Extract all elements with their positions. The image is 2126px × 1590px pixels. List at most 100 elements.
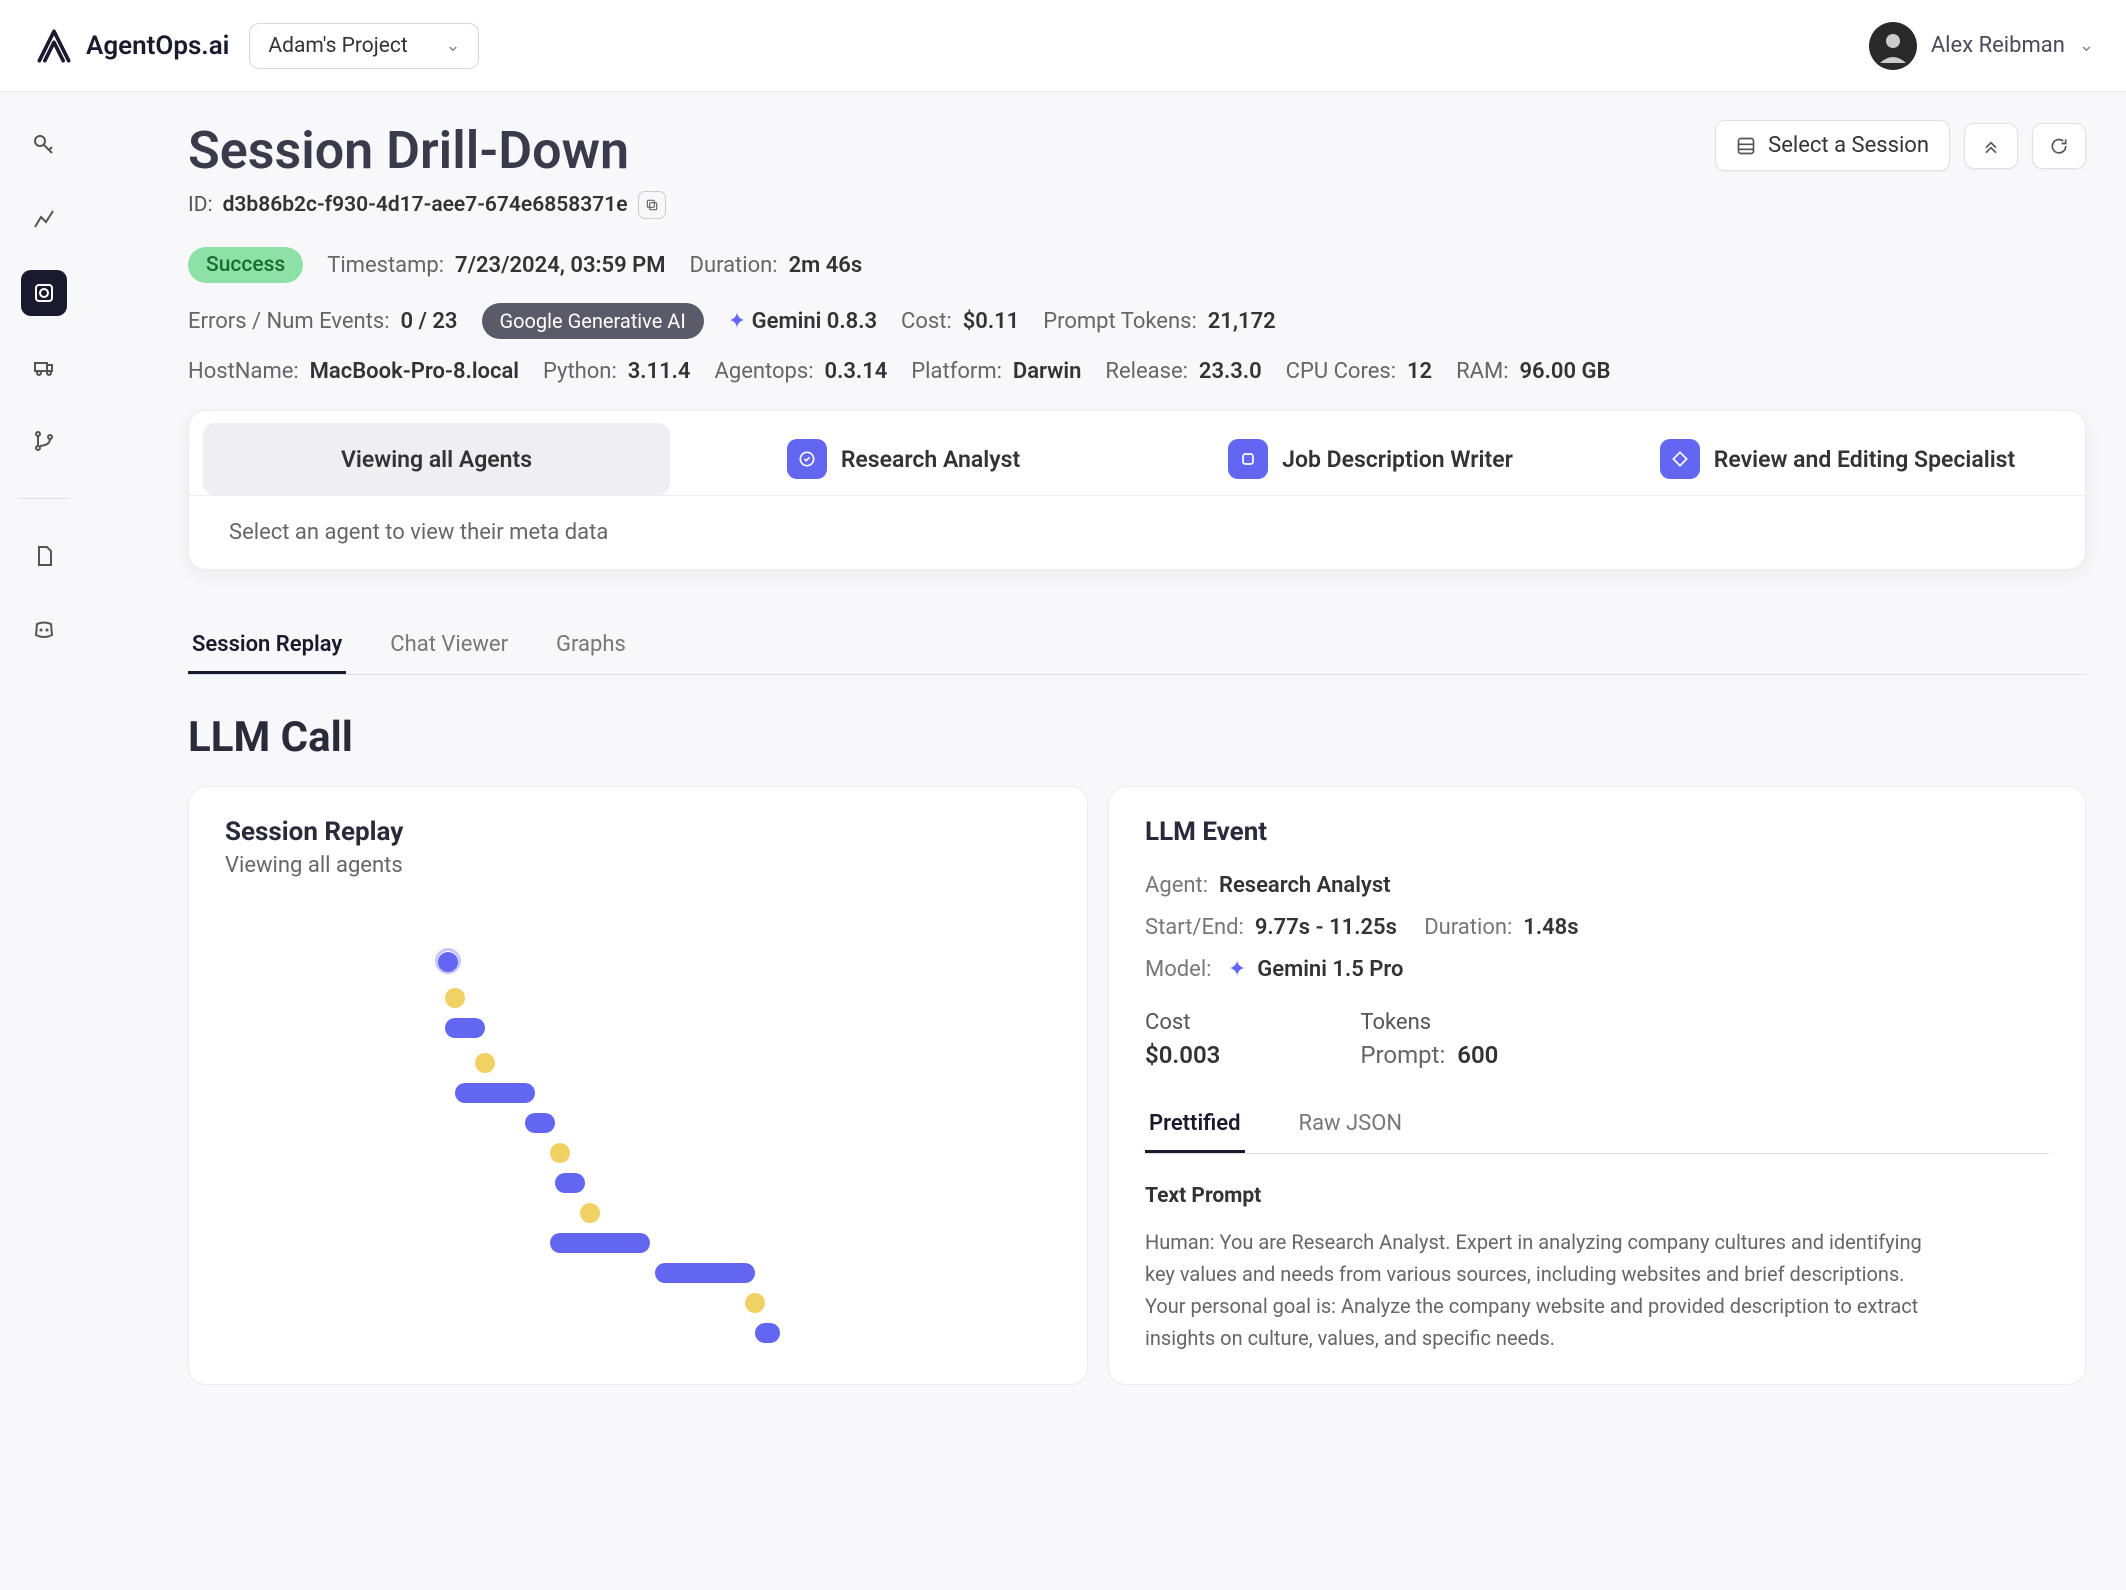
project-dropdown[interactable]: Adam's Project ⌄: [249, 23, 479, 69]
select-session-label: Select a Session: [1768, 133, 1929, 158]
llm-event-panel: LLM Event Agent: Research Analyst Start/…: [1108, 786, 2086, 1385]
timestamp-label: Timestamp:: [327, 253, 444, 278]
session-replay-panel: Session Replay Viewing all agents: [188, 786, 1088, 1385]
select-session-button[interactable]: Select a Session: [1715, 120, 1950, 171]
agent-tab-all-label: Viewing all Agents: [341, 446, 532, 473]
user-name: Alex Reibman: [1931, 33, 2065, 58]
event-cost-value: $0.003: [1145, 1041, 1220, 1069]
errors-label: Errors / Num Events:: [188, 309, 390, 334]
copy-id-button[interactable]: [638, 191, 666, 219]
sparkle-icon: ✦: [1228, 957, 1246, 982]
hostname-label: HostName:: [188, 359, 299, 384]
agent-icon: [787, 439, 827, 479]
agent-tab-all[interactable]: Viewing all Agents: [203, 423, 670, 495]
session-id: d3b86b2c-f930-4d17-aee7-674e6858371e: [223, 193, 628, 217]
prompt-tokens-label: Prompt Tokens:: [1043, 309, 1197, 334]
collapse-button[interactable]: [1964, 123, 2018, 169]
release-value: 23.3.0: [1199, 359, 1262, 384]
ram-label: RAM:: [1456, 359, 1508, 384]
brand-text: AgentOps.ai: [86, 31, 229, 61]
file-icon: [32, 544, 56, 568]
event-startend-value: 9.77s - 11.25s: [1255, 915, 1397, 940]
status-badge: Success: [188, 247, 303, 283]
truck-icon: [32, 355, 56, 379]
sparkle-icon: ✦: [728, 309, 746, 334]
sidebar-item-keys[interactable]: [21, 122, 67, 168]
agent-tab-label: Research Analyst: [841, 446, 1020, 473]
agentops-label: Agentops:: [715, 359, 814, 384]
event-model-label: Model:: [1145, 957, 1212, 982]
user-menu[interactable]: Alex Reibman ⌄: [1869, 22, 2094, 70]
release-label: Release:: [1105, 359, 1188, 384]
cpu-value: 12: [1407, 359, 1432, 384]
text-prompt-body: Human: You are Research Analyst. Expert …: [1145, 1226, 1945, 1354]
ram-value: 96.00 GB: [1519, 359, 1610, 384]
model-value: Gemini 0.8.3: [752, 309, 877, 334]
id-label: ID:: [188, 193, 213, 217]
platform-label: Platform:: [911, 359, 1002, 384]
sidebar-item-docs[interactable]: [21, 533, 67, 579]
key-icon: [32, 133, 56, 157]
sidebar-divider: [19, 498, 69, 499]
gantt-dot[interactable]: [445, 988, 465, 1008]
replay-title: Session Replay: [225, 817, 1051, 847]
cost-value: $0.11: [963, 309, 1020, 334]
chevron-down-icon: ⌄: [2079, 35, 2094, 56]
prompt-tokens-value: 21,172: [1208, 309, 1276, 334]
sidebar-item-sessions[interactable]: [21, 270, 67, 316]
gantt-bar[interactable]: [438, 952, 458, 972]
duration-value: 2m 46s: [789, 253, 863, 278]
discord-icon: [32, 618, 56, 642]
gantt-dot[interactable]: [745, 1293, 765, 1313]
agent-card-hint: Select an agent to view their meta data: [189, 495, 2085, 569]
event-prompt-tokens: 600: [1457, 1041, 1498, 1069]
refresh-button[interactable]: [2032, 123, 2086, 169]
gantt-bar[interactable]: [655, 1263, 755, 1283]
gantt-bar[interactable]: [455, 1083, 535, 1103]
agentops-value: 0.3.14: [825, 359, 888, 384]
agent-icon: [1660, 439, 1700, 479]
errors-value: 0 / 23: [400, 309, 457, 334]
agent-tab-review[interactable]: Review and Editing Specialist: [1604, 423, 2071, 495]
gantt-chart[interactable]: [225, 908, 1051, 1328]
gantt-dot[interactable]: [475, 1053, 495, 1073]
copy-icon: [645, 198, 659, 212]
sidebar-item-branches[interactable]: [21, 418, 67, 464]
event-model-value: Gemini 1.5 Pro: [1257, 957, 1403, 982]
event-tab-raw-json[interactable]: Raw JSON: [1295, 1103, 1407, 1153]
hostname-value: MacBook-Pro-8.local: [310, 359, 519, 384]
duration-label: Duration:: [690, 253, 778, 278]
brand-logo[interactable]: AgentOps.ai: [32, 24, 229, 68]
gantt-bar[interactable]: [525, 1113, 555, 1133]
agent-tab-research[interactable]: Research Analyst: [670, 423, 1137, 495]
agent-tab-writer[interactable]: Job Description Writer: [1137, 423, 1604, 495]
tab-chat-viewer[interactable]: Chat Viewer: [386, 622, 512, 674]
logo-icon: [32, 24, 76, 68]
section-title: LLM Call: [188, 713, 2086, 762]
event-tab-prettified[interactable]: Prettified: [1145, 1103, 1245, 1153]
git-branch-icon: [32, 429, 56, 453]
refresh-icon: [2049, 136, 2069, 156]
provider-badge: Google Generative AI: [482, 303, 704, 339]
sidebar-item-analytics[interactable]: [21, 196, 67, 242]
tab-session-replay[interactable]: Session Replay: [188, 622, 346, 674]
event-title: LLM Event: [1145, 817, 2049, 847]
avatar: [1869, 22, 1917, 70]
gantt-dot[interactable]: [550, 1143, 570, 1163]
agent-selector-card: Viewing all Agents Research Analyst Job …: [188, 410, 2086, 570]
gantt-bar[interactable]: [445, 1018, 485, 1038]
platform-value: Darwin: [1013, 359, 1082, 384]
tab-graphs[interactable]: Graphs: [552, 622, 630, 674]
page-title: Session Drill-Down: [188, 120, 666, 181]
gantt-bar[interactable]: [755, 1323, 780, 1343]
sidebar-item-discord[interactable]: [21, 607, 67, 653]
timestamp-value: 7/23/2024, 03:59 PM: [455, 253, 665, 278]
gantt-bar[interactable]: [550, 1233, 650, 1253]
gantt-dot[interactable]: [580, 1203, 600, 1223]
project-name: Adam's Project: [268, 34, 407, 58]
cost-label: Cost:: [901, 309, 952, 334]
gantt-bar[interactable]: [555, 1173, 585, 1193]
sidebar-item-deploy[interactable]: [21, 344, 67, 390]
chevron-double-up-icon: [1981, 136, 2001, 156]
event-tokens-label: Tokens: [1360, 1010, 1498, 1035]
